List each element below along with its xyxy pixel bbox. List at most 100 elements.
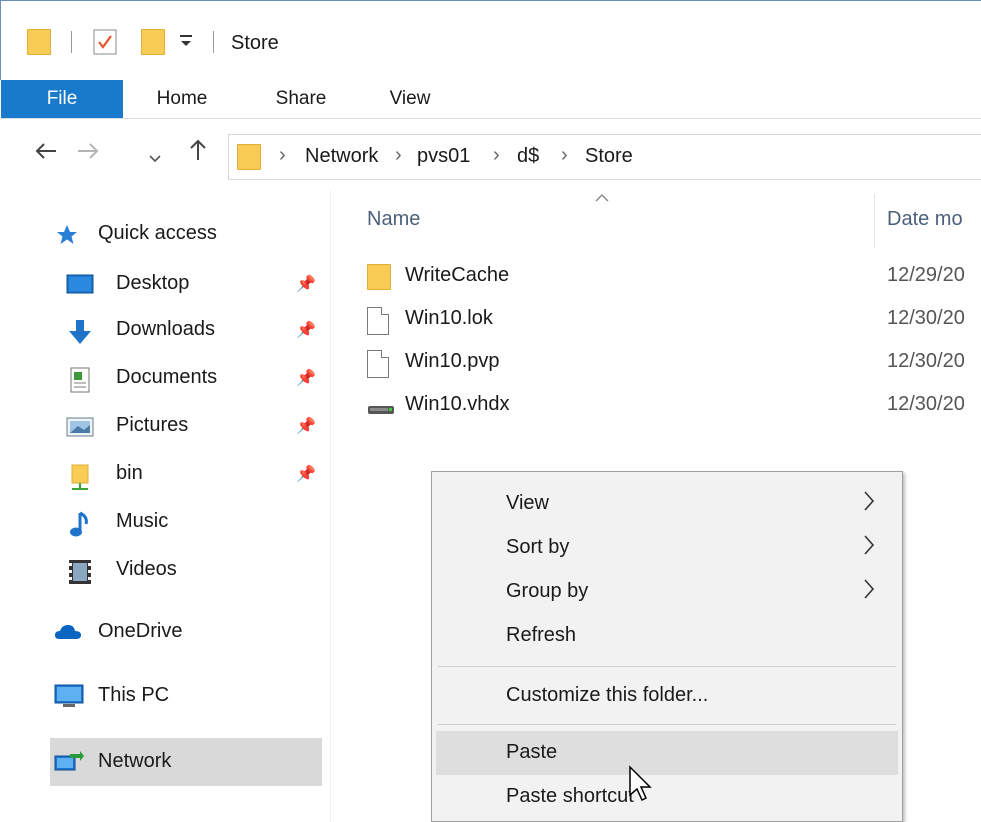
folder-icon (237, 144, 261, 170)
file-row[interactable]: Win10.lok 12/30/20 (331, 301, 981, 343)
submenu-arrow-icon (862, 488, 876, 521)
file-icon (367, 307, 389, 335)
nav-label: OneDrive (98, 620, 183, 642)
breadcrumb-separator: › (395, 144, 402, 166)
computer-icon (54, 684, 84, 716)
menu-item-label: Paste shortcut (506, 785, 634, 807)
menu-item-group-by[interactable]: Group by (436, 570, 898, 614)
nav-item-documents[interactable]: Documents 📌 (50, 356, 322, 402)
menu-separator (438, 724, 896, 725)
nav-item-desktop[interactable]: Desktop 📌 (50, 262, 322, 308)
new-folder-icon[interactable] (141, 29, 165, 55)
nav-label: This PC (98, 684, 170, 706)
nav-label: Downloads (116, 318, 215, 340)
pin-icon[interactable]: 📌 (296, 464, 316, 484)
nav-quick-access[interactable]: Quick access (30, 212, 310, 256)
file-date: 12/30/20 (887, 307, 965, 329)
nav-label: Videos (116, 558, 177, 580)
submenu-arrow-icon (862, 532, 876, 565)
disk-image-icon (367, 399, 395, 422)
menu-item-label: View (506, 492, 549, 514)
documents-icon (66, 367, 94, 393)
column-header-date[interactable]: Date mo (887, 208, 963, 231)
forward-arrow-icon[interactable] (76, 140, 100, 168)
nav-label: Network (98, 750, 172, 772)
nav-label: Quick access (98, 222, 217, 244)
nav-label: Pictures (116, 414, 189, 436)
nav-item-downloads[interactable]: Downloads 📌 (50, 308, 322, 354)
pin-icon[interactable]: 📌 (296, 416, 316, 436)
toolbar-separator (71, 31, 72, 53)
tab-share[interactable]: Share (256, 80, 346, 118)
mouse-cursor-icon (628, 765, 652, 809)
nav-item-pictures[interactable]: Pictures 📌 (50, 404, 322, 450)
breadcrumb-separator: › (493, 144, 500, 166)
up-arrow-icon[interactable] (188, 138, 208, 169)
chevron-down-icon[interactable] (148, 144, 162, 172)
menu-item-view[interactable]: View (436, 482, 898, 526)
ribbon-tabs: File Home Share View (0, 80, 981, 119)
nav-item-this-pc[interactable]: This PC (30, 674, 310, 718)
nav-item-onedrive[interactable]: OneDrive (30, 610, 310, 654)
file-name: WriteCache (405, 264, 510, 286)
toolbar-separator (213, 31, 214, 53)
folder-icon (367, 264, 391, 290)
menu-item-label: Customize this folder... (506, 684, 709, 706)
network-folder-icon (66, 463, 94, 490)
column-divider[interactable] (874, 194, 875, 248)
menu-item-label: Refresh (506, 624, 577, 646)
music-icon (66, 511, 94, 537)
breadcrumb-separator: › (279, 144, 286, 166)
download-icon (66, 319, 94, 344)
menu-item-refresh[interactable]: Refresh (436, 614, 898, 658)
breadcrumb-store[interactable]: Store (585, 145, 633, 168)
pin-icon[interactable]: 📌 (296, 368, 316, 388)
nav-item-videos[interactable]: Videos (50, 548, 322, 594)
pin-icon[interactable]: 📌 (296, 320, 316, 340)
nav-item-network[interactable]: Network (50, 738, 322, 786)
menu-item-label: Paste (506, 741, 558, 763)
customize-dropdown-icon[interactable] (179, 31, 193, 56)
star-icon (56, 224, 78, 252)
file-row[interactable]: Win10.pvp 12/30/20 (331, 344, 981, 386)
nav-label: Desktop (116, 272, 190, 294)
pictures-icon (66, 415, 94, 439)
menu-item-paste[interactable]: Paste (436, 731, 898, 775)
back-arrow-icon[interactable] (34, 140, 58, 168)
menu-item-label: Sort by (506, 536, 570, 558)
breadcrumb-separator: › (561, 144, 568, 166)
cloud-icon (54, 622, 82, 648)
tab-home[interactable]: Home (136, 80, 228, 118)
nav-item-music[interactable]: Music (50, 500, 322, 546)
tab-file[interactable]: File (1, 80, 123, 118)
file-row[interactable]: Win10.vhdx 12/30/20 (331, 387, 981, 429)
breadcrumb-d[interactable]: d$ (517, 145, 539, 168)
file-date: 12/29/20 (887, 264, 965, 286)
tab-view[interactable]: View (372, 80, 448, 118)
address-bar[interactable]: › Network › pvs01 › d$ › Store (228, 134, 981, 180)
context-menu: View Sort by Group by Refresh Customize … (431, 471, 903, 822)
file-date: 12/30/20 (887, 350, 965, 372)
navigation-row: › Network › pvs01 › d$ › Store (0, 124, 981, 190)
nav-label: Documents (116, 366, 218, 388)
properties-icon[interactable] (93, 29, 117, 55)
menu-item-sort-by[interactable]: Sort by (436, 526, 898, 570)
window-title: Store (231, 32, 279, 54)
nav-label: Music (116, 510, 169, 532)
file-name: Win10.lok (405, 307, 493, 329)
submenu-arrow-icon (862, 576, 876, 609)
navigation-pane: Quick access Desktop 📌 Downloads 📌 Docum… (0, 190, 330, 822)
file-name: Win10.pvp (405, 350, 500, 372)
menu-separator (438, 666, 896, 667)
breadcrumb-pvs01[interactable]: pvs01 (417, 145, 470, 168)
menu-item-paste-shortcut[interactable]: Paste shortcut (436, 775, 898, 819)
desktop-icon (66, 273, 94, 297)
nav-item-bin[interactable]: bin 📌 (50, 452, 322, 498)
file-row[interactable]: WriteCache 12/29/20 (331, 258, 981, 300)
sort-ascending-icon (595, 190, 609, 208)
column-header-name[interactable]: Name (367, 208, 420, 231)
breadcrumb-network[interactable]: Network (305, 145, 378, 168)
menu-item-label: Group by (506, 580, 589, 602)
menu-item-customize-folder[interactable]: Customize this folder... (436, 674, 898, 718)
pin-icon[interactable]: 📌 (296, 274, 316, 294)
